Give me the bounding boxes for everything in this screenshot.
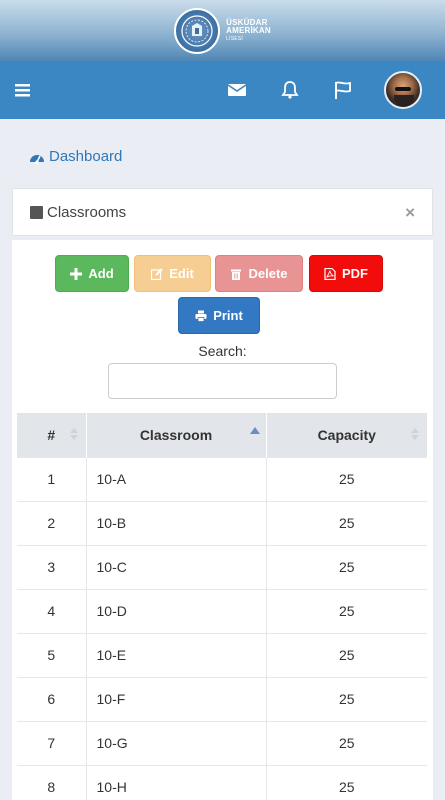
envelope-icon[interactable]: [227, 80, 247, 100]
column-header-capacity[interactable]: Capacity: [266, 413, 427, 457]
table-header-row: # Classroom Capacity: [17, 413, 427, 457]
edit-button-label: Edit: [169, 266, 194, 281]
add-button-label: Add: [88, 266, 114, 281]
square-icon: [30, 205, 43, 219]
row-classroom: 10-G: [86, 720, 267, 765]
column-header-classroom[interactable]: Classroom: [86, 413, 267, 457]
trash-icon: [231, 269, 242, 280]
row-classroom: 10-D: [86, 588, 267, 633]
school-name-line2: AMERİKAN: [226, 25, 271, 35]
breadcrumb[interactable]: Dashboard: [29, 148, 122, 165]
table-row[interactable]: 2 10-B 25: [17, 500, 427, 545]
row-capacity: 25: [266, 764, 427, 800]
sort-icon: [69, 428, 78, 440]
pdf-file-icon: [324, 267, 336, 280]
edit-icon: [151, 267, 163, 280]
user-avatar[interactable]: [384, 71, 422, 109]
brand-header: ÜSKÜDAR AMERİKAN LİSESİ: [0, 0, 445, 61]
row-capacity: 25: [266, 456, 427, 501]
table-row[interactable]: 5 10-E 25: [17, 632, 427, 677]
table-row[interactable]: 8 10-H 25: [17, 764, 427, 800]
column-header-number[interactable]: #: [17, 413, 87, 457]
table-row[interactable]: 4 10-D 25: [17, 588, 427, 633]
row-number: 1: [17, 456, 87, 501]
row-classroom: 10-A: [86, 456, 267, 501]
row-capacity: 25: [266, 500, 427, 545]
table-row[interactable]: 3 10-C 25: [17, 544, 427, 589]
sort-ascending-icon: [249, 427, 260, 434]
printer-icon: [195, 310, 207, 322]
column-header-capacity-label: Capacity: [317, 426, 376, 443]
school-name: ÜSKÜDAR AMERİKAN LİSESİ: [226, 18, 271, 43]
row-classroom: 10-E: [86, 632, 267, 677]
search-input[interactable]: [108, 363, 337, 399]
delete-button[interactable]: Delete: [215, 255, 303, 292]
add-button[interactable]: Add: [55, 255, 129, 292]
dashboard-gauge-icon: [30, 154, 44, 164]
close-icon[interactable]: ×: [405, 203, 415, 223]
school-logo[interactable]: ÜSKÜDAR AMERİKAN LİSESİ: [174, 7, 271, 54]
flag-icon[interactable]: [333, 80, 353, 100]
table-row[interactable]: 7 10-G 25: [17, 720, 427, 765]
row-capacity: 25: [266, 544, 427, 589]
column-header-number-label: #: [47, 426, 56, 443]
pdf-button-label: PDF: [342, 266, 368, 281]
top-navbar: [0, 61, 445, 119]
edit-button[interactable]: Edit: [134, 255, 211, 292]
classrooms-panel-header: Classrooms ×: [12, 188, 433, 236]
search-label: Search:: [198, 343, 247, 359]
panel-title: Classrooms: [47, 203, 127, 221]
plus-icon: [70, 267, 83, 280]
row-classroom: 10-C: [86, 544, 267, 589]
print-button-label: Print: [213, 308, 243, 323]
row-number: 7: [17, 720, 87, 765]
table-row[interactable]: 1 10-A 25: [17, 456, 427, 501]
bell-icon[interactable]: [280, 80, 300, 100]
row-number: 3: [17, 544, 87, 589]
row-capacity: 25: [266, 676, 427, 721]
delete-button-label: Delete: [248, 266, 288, 281]
classrooms-table: # Classroom Capacity 1 10-A 25 2 10-B 25…: [17, 413, 427, 800]
table-row[interactable]: 6 10-F 25: [17, 676, 427, 721]
row-capacity: 25: [266, 720, 427, 765]
pdf-button[interactable]: PDF: [309, 255, 383, 292]
row-capacity: 25: [266, 632, 427, 677]
row-classroom: 10-F: [86, 676, 267, 721]
sort-icon: [411, 428, 419, 440]
column-header-classroom-label: Classroom: [139, 426, 213, 443]
row-number: 5: [17, 632, 87, 677]
row-number: 4: [17, 588, 87, 633]
row-classroom: 10-B: [86, 500, 267, 545]
row-classroom: 10-H: [86, 764, 267, 800]
row-number: 6: [17, 676, 87, 721]
print-button[interactable]: Print: [178, 297, 260, 334]
avatar-glasses: [395, 87, 411, 91]
row-capacity: 25: [266, 588, 427, 633]
breadcrumb-dashboard-link[interactable]: Dashboard: [49, 148, 122, 165]
row-number: 8: [17, 764, 87, 800]
school-seal-icon: [174, 7, 221, 54]
avatar-beard: [394, 95, 414, 107]
school-name-line3: LİSESİ: [226, 35, 243, 42]
hamburger-icon[interactable]: [13, 80, 33, 100]
row-number: 2: [17, 500, 87, 545]
